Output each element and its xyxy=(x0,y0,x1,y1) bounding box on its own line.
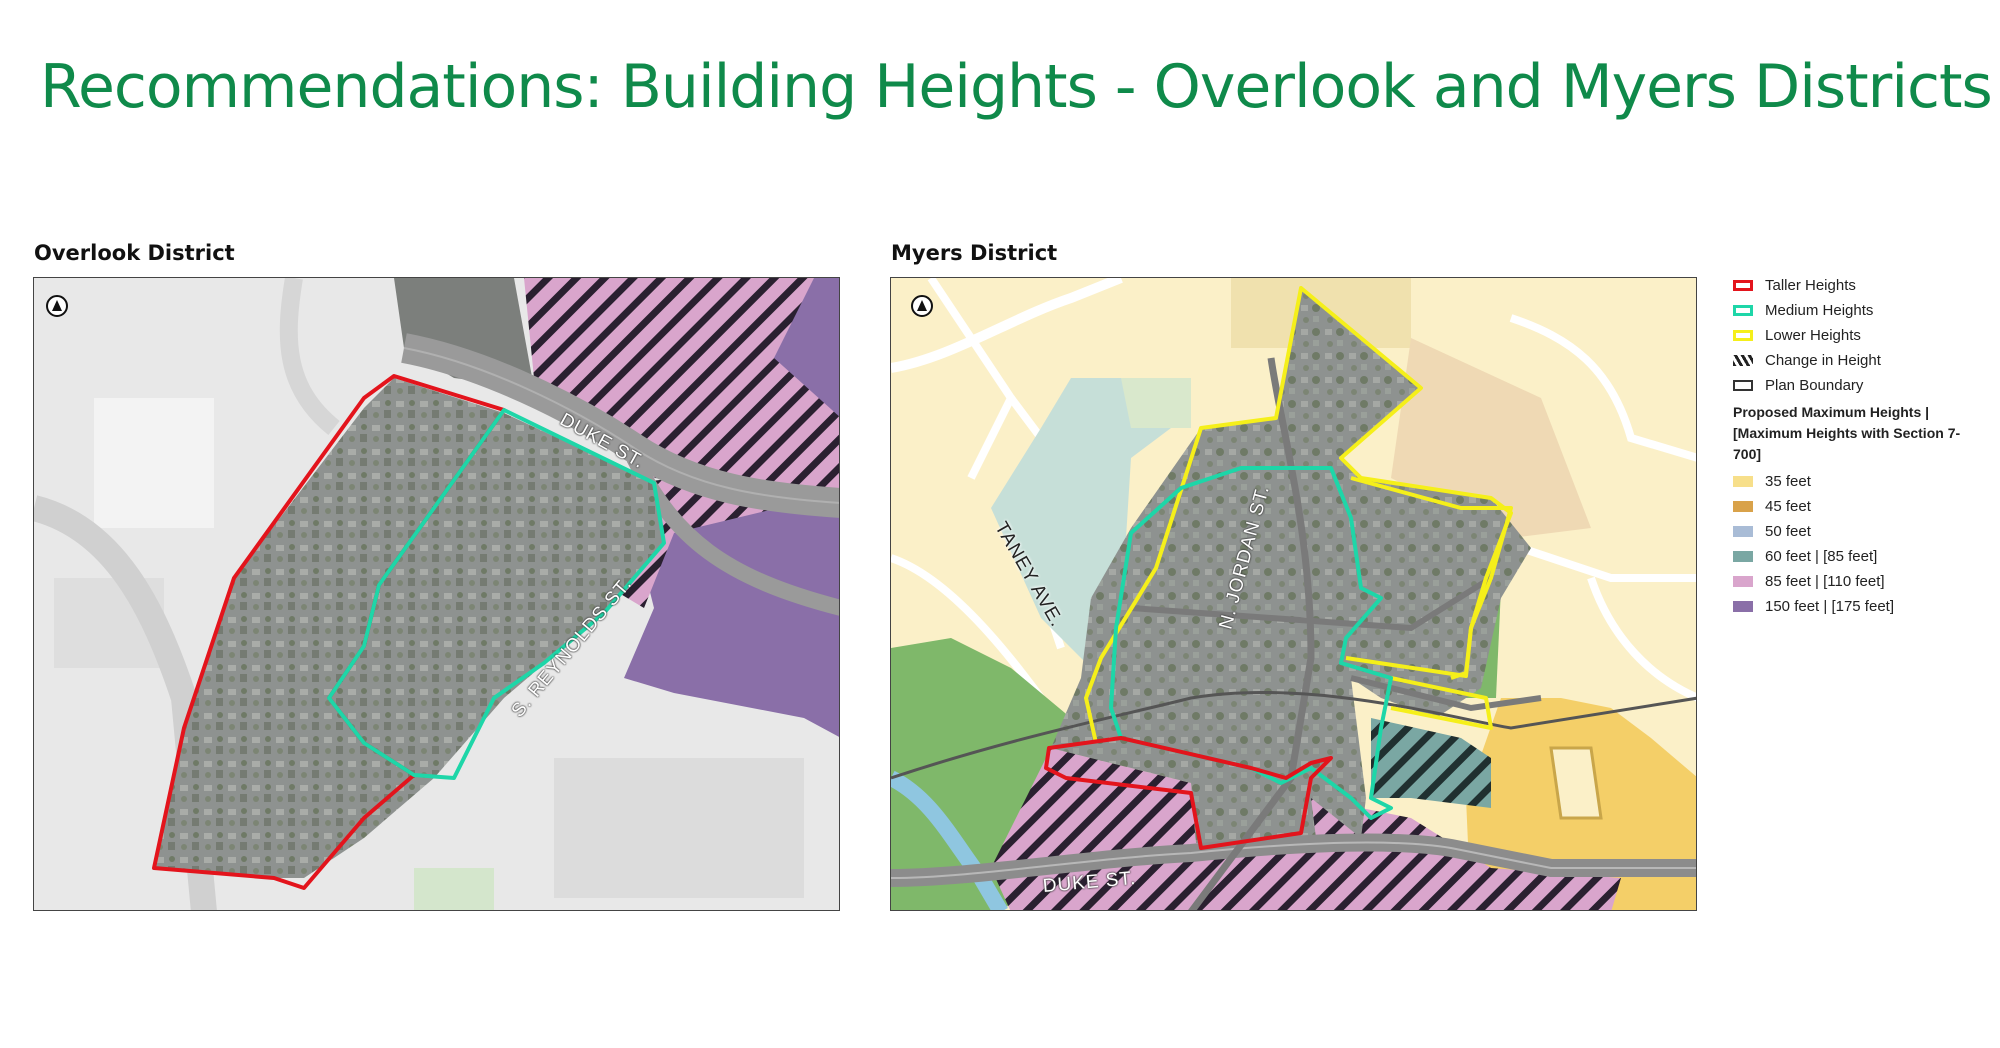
legend-item-50-feet: 50 feet xyxy=(1733,519,1983,544)
myers-map-canvas xyxy=(891,278,1696,910)
50-feet-swatch xyxy=(1733,526,1753,537)
legend-label: 45 feet xyxy=(1765,498,1811,515)
legend-label: 60 feet | [85 feet] xyxy=(1765,548,1878,565)
medium-heights-swatch xyxy=(1733,305,1753,316)
legend-label: Change in Height xyxy=(1765,352,1881,369)
myers-district-map[interactable]: TANEY AVE. N. JORDAN ST. DUKE ST. xyxy=(890,277,1697,911)
map-legend: Taller Heights Medium Heights Lower Heig… xyxy=(1733,273,1983,619)
legend-item-medium-heights: Medium Heights xyxy=(1733,298,1983,323)
lower-heights-swatch xyxy=(1733,330,1753,341)
legend-label: Lower Heights xyxy=(1765,327,1861,344)
overlook-map-heading: Overlook District xyxy=(34,241,235,265)
legend-item-45-feet: 45 feet xyxy=(1733,494,1983,519)
legend-label: 50 feet xyxy=(1765,523,1811,540)
legend-item-35-feet: 35 feet xyxy=(1733,469,1983,494)
page-title: Recommendations: Building Heights - Over… xyxy=(40,52,1993,122)
myers-north-arrow-icon xyxy=(911,295,933,317)
legend-item-150-feet: 150 feet | [175 feet] xyxy=(1733,594,1983,619)
overlook-north-arrow-icon xyxy=(46,295,68,317)
legend-item-plan-boundary: Plan Boundary xyxy=(1733,373,1983,398)
150-feet-swatch xyxy=(1733,601,1753,612)
overlook-district-map[interactable]: DUKE ST. S. REYNOLDS ST. xyxy=(33,277,840,911)
legend-item-change-in-height: Change in Height xyxy=(1733,348,1983,373)
legend-item-lower-heights: Lower Heights xyxy=(1733,323,1983,348)
35-feet-swatch xyxy=(1733,476,1753,487)
legend-heights-heading: Proposed Maximum Heights | [Maximum Heig… xyxy=(1733,404,1961,462)
60-feet-swatch xyxy=(1733,551,1753,562)
legend-label: 150 feet | [175 feet] xyxy=(1765,598,1894,615)
diagonal-hatch-icon xyxy=(1733,355,1753,366)
legend-item-85-feet: 85 feet | [110 feet] xyxy=(1733,569,1983,594)
plan-boundary-swatch xyxy=(1733,380,1753,391)
legend-label: Plan Boundary xyxy=(1765,377,1864,394)
legend-label: Taller Heights xyxy=(1765,277,1856,294)
85-feet-swatch xyxy=(1733,576,1753,587)
45-feet-swatch xyxy=(1733,501,1753,512)
legend-label: 85 feet | [110 feet] xyxy=(1765,573,1885,590)
legend-item-taller-heights: Taller Heights xyxy=(1733,273,1983,298)
legend-item-60-feet: 60 feet | [85 feet] xyxy=(1733,544,1983,569)
myers-map-heading: Myers District xyxy=(891,241,1058,265)
taller-heights-swatch xyxy=(1733,280,1753,291)
legend-label: 35 feet xyxy=(1765,473,1811,490)
overlook-map-canvas xyxy=(34,278,839,910)
legend-label: Medium Heights xyxy=(1765,302,1874,319)
